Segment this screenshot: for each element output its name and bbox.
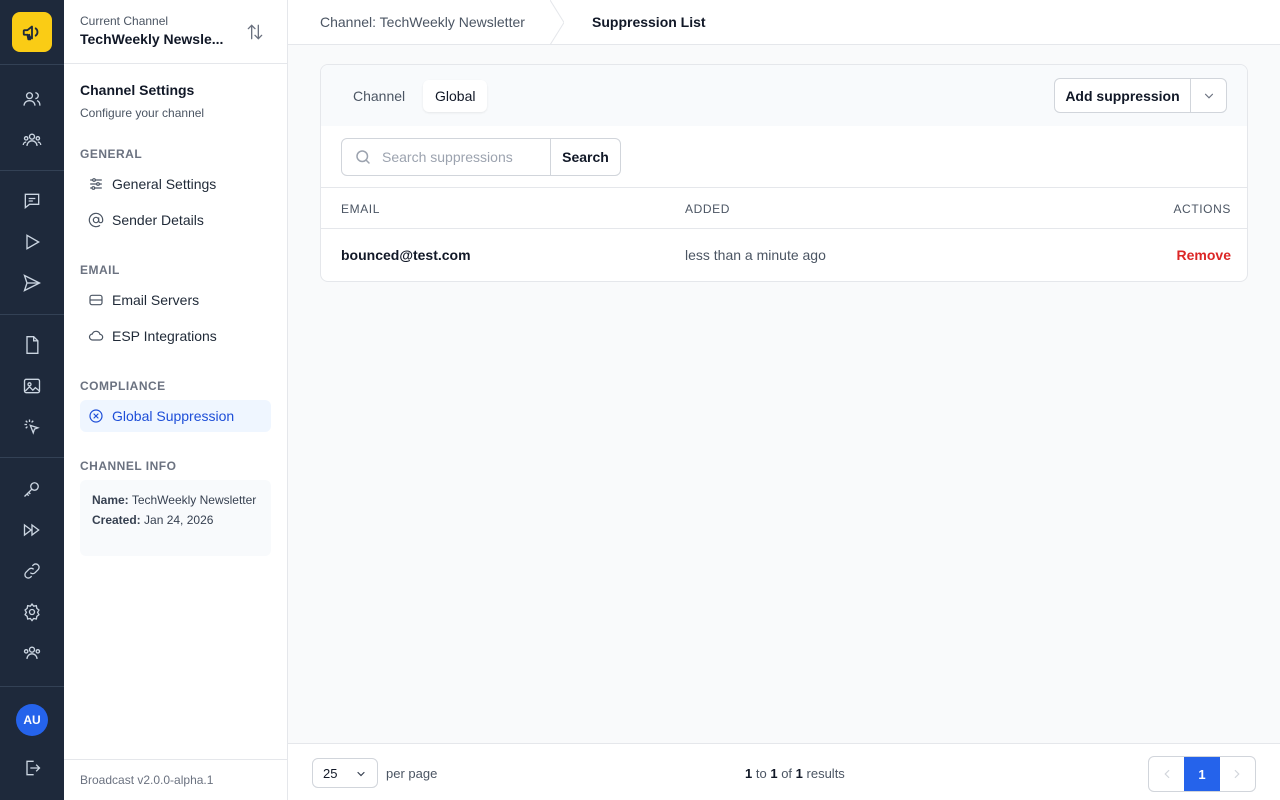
row-added: less than a minute ago [685, 247, 826, 263]
breadcrumb-current: Suppression List [592, 14, 706, 30]
remove-button[interactable]: Remove [1177, 247, 1231, 263]
at-sign-icon [88, 212, 104, 228]
prev-page-button[interactable] [1149, 757, 1184, 791]
sidebar-item-esp-integrations[interactable]: ESP Integrations [80, 320, 271, 352]
sidebar-item-label: ESP Integrations [112, 328, 217, 344]
per-page-select[interactable]: 25 [312, 758, 378, 788]
results-to: 1 [770, 766, 778, 781]
chevron-down-icon [1204, 93, 1213, 99]
search-icon [356, 150, 370, 164]
results-to-word: to [755, 766, 767, 781]
channel-info-card: Name: TechWeekly Newsletter Created: Jan… [80, 480, 271, 556]
section-subtitle: Configure your channel [80, 106, 205, 120]
cloud-icon [88, 330, 104, 341]
sidebar-item-label: General Settings [112, 176, 217, 192]
pagination-footer: 25 per page 1 to 1 of 1 results 1 [288, 743, 1280, 800]
sidebar-item-label: Email Servers [112, 292, 200, 308]
results-summary: 1 to 1 of 1 results [745, 766, 845, 781]
page-1-button[interactable]: 1 [1184, 757, 1220, 791]
chevron-left-icon [1164, 769, 1169, 779]
sidebar-item-label: Sender Details [112, 212, 204, 228]
group-channel-info: CHANNEL INFO [80, 459, 177, 473]
logout-icon[interactable] [20, 756, 44, 780]
users-icon[interactable] [20, 87, 44, 111]
table-row: bounced@test.com less than a minute ago … [321, 229, 1247, 281]
sidebar-item-global-suppression[interactable]: Global Suppression [80, 400, 271, 432]
server-icon [89, 294, 103, 306]
image-icon[interactable] [20, 374, 44, 398]
search-input[interactable] [382, 149, 542, 165]
sidebar-item-label: Global Suppression [112, 408, 235, 424]
info-name-label: Name: [92, 493, 129, 507]
results-total: 1 [795, 766, 803, 781]
breadcrumb-separator [550, 0, 564, 45]
add-suppression-dropdown[interactable] [1191, 79, 1226, 112]
breadcrumb: Channel: TechWeekly Newsletter Suppressi… [288, 0, 1280, 45]
tabs-bar: Channel Global Add suppression [321, 65, 1247, 126]
search-button[interactable]: Search [550, 138, 621, 176]
next-page-button[interactable] [1220, 757, 1255, 791]
gear-icon[interactable] [20, 600, 44, 624]
x-circle-icon [89, 409, 103, 423]
per-page-value: 25 [323, 765, 338, 781]
group-email: EMAIL [80, 263, 120, 277]
team-icon[interactable] [20, 128, 44, 152]
per-page-label: per page [386, 766, 438, 781]
info-name-value: TechWeekly Newsletter [131, 493, 257, 507]
channel-switcher[interactable]: Current Channel TechWeekly Newsle... [64, 0, 287, 64]
add-suppression-button[interactable]: Add suppression [1055, 79, 1191, 112]
results-word: results [806, 766, 845, 781]
play-icon[interactable] [20, 230, 44, 254]
column-added: ADDED [685, 202, 731, 216]
link-icon[interactable] [20, 559, 44, 583]
add-suppression-split-button: Add suppression [1054, 78, 1227, 113]
swap-icon[interactable] [245, 22, 265, 42]
sidebar-item-general-settings[interactable]: General Settings [80, 168, 271, 200]
column-email: EMAIL [341, 202, 381, 216]
current-channel-label: Current Channel [80, 14, 169, 28]
sidebar-item-email-servers[interactable]: Email Servers [80, 284, 271, 316]
icon-rail: AU [0, 0, 64, 800]
table-header: EMAIL ADDED ACTIONS [321, 188, 1247, 229]
tab-global[interactable]: Global [423, 80, 488, 112]
version-label: Broadcast v2.0.0-alpha.1 [64, 759, 287, 800]
pager: 1 [1148, 756, 1256, 792]
group-compliance: COMPLIANCE [80, 379, 166, 393]
group-icon[interactable] [20, 641, 44, 665]
info-created-label: Created: [92, 513, 141, 527]
row-email: bounced@test.com [341, 247, 471, 263]
group-general: GENERAL [80, 147, 143, 161]
results-from: 1 [745, 766, 753, 781]
click-icon[interactable] [20, 415, 44, 439]
chevron-down-icon [357, 771, 365, 777]
tab-channel[interactable]: Channel [341, 80, 417, 112]
message-icon[interactable] [20, 189, 44, 213]
suppression-card: Channel Global Add suppression Search EM… [320, 64, 1248, 282]
section-title: Channel Settings [80, 82, 195, 98]
chevron-right-icon [1234, 769, 1240, 779]
breadcrumb-parent[interactable]: Channel: TechWeekly Newsletter [320, 14, 525, 30]
sliders-icon [90, 178, 102, 190]
info-created-value: Jan 24, 2026 [144, 513, 214, 527]
settings-sidebar: Current Channel TechWeekly Newsle... Cha… [64, 0, 288, 800]
megaphone-icon[interactable] [12, 12, 52, 52]
search-row: Search [321, 126, 1247, 188]
main-content: Channel: TechWeekly Newsletter Suppressi… [288, 0, 1280, 800]
avatar[interactable]: AU [16, 704, 48, 736]
key-icon[interactable] [20, 477, 44, 501]
column-actions: ACTIONS [1173, 202, 1231, 216]
current-channel-name: TechWeekly Newsle... [80, 31, 224, 47]
results-of-word: of [781, 766, 793, 781]
search-field[interactable] [341, 138, 551, 176]
fast-forward-icon[interactable] [20, 518, 44, 542]
sidebar-item-sender-details[interactable]: Sender Details [80, 204, 271, 236]
file-icon[interactable] [20, 333, 44, 357]
send-icon[interactable] [20, 271, 44, 295]
